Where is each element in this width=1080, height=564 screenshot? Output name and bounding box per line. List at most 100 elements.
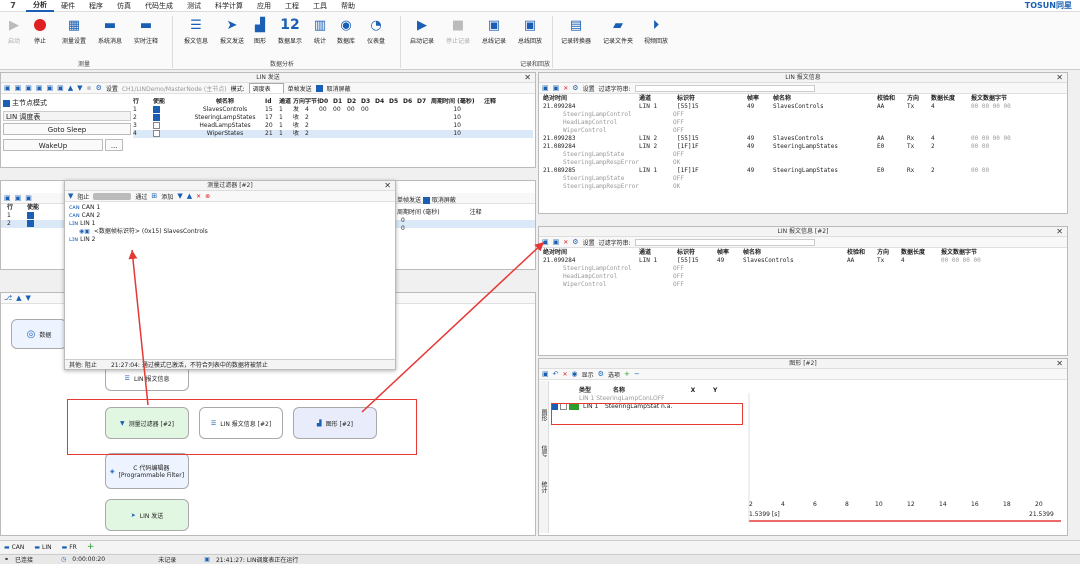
home-icon[interactable]: ⎇ (4, 294, 12, 302)
filter-item[interactable]: ◉▣ <数据帧标识符> (0x15) SlavesControls (69, 228, 391, 236)
table-row[interactable]: 21.089284 LIN 2 [1F]1F 49 SteeringLampStates… (543, 143, 1063, 151)
menu-item-program[interactable]: 程序 (82, 1, 110, 11)
menu-item-science[interactable]: 科学计算 (208, 1, 250, 11)
tab-can[interactable]: ▬ CAN (4, 544, 24, 551)
enable-checkbox[interactable] (153, 122, 160, 129)
down-icon[interactable]: ▼ (177, 192, 182, 200)
master-mode-checkbox[interactable] (3, 99, 10, 107)
c-editor-node[interactable]: ◈ C 代码编辑器 [Programmable Filter] (105, 453, 189, 489)
copy-icon[interactable]: ▣ (15, 84, 22, 92)
menu-item-help[interactable]: 帮助 (334, 1, 362, 11)
table-row[interactable]: 21.099283 LIN 2 [55]15 49 SlavesControls AA Rx… (543, 135, 1063, 143)
cancel-all-checkbox[interactable] (315, 84, 323, 92)
tree-node[interactable]: ʟɪɴ LIN 2 (69, 236, 391, 244)
filter-input[interactable] (634, 238, 815, 246)
signal-row[interactable]: LIN 1 SteeringLampConLOFF (551, 395, 741, 403)
add-icon[interactable]: ▣ (4, 194, 11, 202)
start-record-button[interactable]: ▶ 启动记录 (402, 16, 442, 46)
plus-icon[interactable]: + (624, 370, 630, 378)
data-source-node[interactable]: ◎ 数据 (11, 319, 67, 349)
mode-toggle[interactable] (93, 192, 132, 200)
add-icon[interactable]: ▣ (4, 84, 11, 92)
clear-icon[interactable]: ✕ (563, 371, 568, 378)
lin-send-node[interactable]: ➤ LIN 发送 (105, 499, 189, 531)
video-replay-button[interactable]: ⏵ 视频回放 (636, 16, 676, 46)
side-tab[interactable]: 统计 (539, 481, 548, 493)
table-row[interactable]: 21.099284 LIN 1 [55]15 49 SlavesControls AA Tx… (543, 103, 1063, 111)
period-cell[interactable]: 0 (401, 217, 405, 224)
delete-icon[interactable]: ✕ (196, 193, 201, 200)
table-row[interactable]: 3 HeadLampStates 20 1 收 2 10 (133, 122, 533, 130)
tree-node[interactable]: ᴄᴀɴ CAN 1 (69, 204, 391, 212)
menu-item-hardware[interactable]: 硬件 (54, 1, 82, 11)
cancel-all-checkbox[interactable] (422, 197, 430, 204)
menu-item-simulation[interactable]: 仿真 (110, 1, 138, 11)
menu-item-test[interactable]: 测试 (180, 1, 208, 11)
mode-select[interactable]: 调度表 (248, 83, 284, 93)
gear-icon[interactable]: ⚙ (96, 84, 102, 92)
bus-record-button[interactable]: ▣ 总线记录 (474, 16, 514, 46)
clear-icon[interactable]: ✕ (563, 85, 568, 92)
settings-dropdown[interactable]: 设置 (106, 84, 118, 93)
down-icon[interactable]: ▼ (77, 84, 82, 92)
measure-settings-button[interactable]: ▦ 测量设置 (54, 16, 94, 46)
up-icon[interactable]: ▲ (16, 294, 21, 302)
table-row[interactable]: 4 WiperStates 21 1 收 2 10 (133, 130, 533, 138)
menu-item-project[interactable]: 工程 (278, 1, 306, 11)
down-icon[interactable]: ▼ (25, 294, 30, 302)
menu-item-codegen[interactable]: 代码生成 (138, 1, 180, 11)
enable-checkbox[interactable] (153, 130, 160, 137)
close-icon[interactable]: ✕ (1056, 73, 1063, 83)
msg-info-button[interactable]: ☰ 报文信息 (176, 16, 216, 46)
export-icon[interactable]: ▣ (57, 84, 64, 92)
close-icon[interactable]: ✕ (1056, 359, 1063, 369)
edit-icon[interactable]: ▣ (25, 84, 32, 92)
log-folder-button[interactable]: ▰ 记录文件夹 (598, 16, 638, 46)
save-icon[interactable]: ▣ (553, 84, 560, 92)
system-msg-button[interactable]: ▬ 系统消息 (90, 16, 130, 46)
enable-checkbox[interactable] (27, 212, 34, 219)
up-icon[interactable]: ▲ (68, 84, 73, 92)
tree-node[interactable]: ʟɪɴ LIN 1 (69, 220, 391, 228)
schedule-tab[interactable]: LIN 调度表 (3, 111, 131, 121)
stop-record-button[interactable]: ■ 停止记录 (438, 16, 478, 46)
edit-icon[interactable]: ▣ (25, 194, 32, 202)
single-send-toggle[interactable]: 单帧发送 (288, 84, 312, 93)
pause-icon[interactable]: ▣ (542, 84, 549, 92)
import-icon[interactable]: ▣ (47, 84, 54, 92)
close-icon[interactable]: ✕ (524, 73, 531, 83)
side-tab[interactable]: 图形 (539, 409, 548, 421)
copy-icon[interactable]: ▣ (15, 194, 22, 202)
minus-icon[interactable]: − (634, 370, 640, 378)
more-button[interactable]: ... (105, 139, 124, 151)
table-row[interactable]: 2 SteeringLampStates 17 1 收 2 10 (133, 114, 533, 122)
realtime-comment-button[interactable]: ▬ 实时注释 (126, 16, 166, 46)
delete-icon[interactable]: ▣ (36, 84, 43, 92)
goto-sleep-button[interactable]: Goto Sleep (3, 123, 131, 135)
plot-area[interactable] (745, 383, 1065, 533)
period-cell[interactable]: 0 (401, 225, 405, 232)
close-icon[interactable]: ✕ (384, 181, 391, 191)
table-row[interactable]: 21.099284 LIN 1 [55]15 49 SlavesControls AA Tx… (543, 257, 1063, 265)
pause-icon[interactable]: ▣ (542, 370, 549, 378)
wakeup-button[interactable]: WakeUp (3, 139, 103, 151)
up-icon[interactable]: ▲ (187, 192, 192, 200)
enable-checkbox[interactable] (27, 220, 34, 227)
plot-svg[interactable] (745, 383, 1065, 533)
menu-item-app[interactable]: 应用 (250, 1, 278, 11)
enable-checkbox[interactable] (153, 106, 160, 113)
tree-node[interactable]: ᴄᴀɴ CAN 2 (69, 212, 391, 220)
stop-button[interactable]: 停止 (22, 16, 58, 45)
dashboard-button[interactable]: ◔ 仪表盘 (356, 16, 396, 46)
add-tab-icon[interactable]: + (87, 542, 95, 552)
clear-icon[interactable]: ⊗ (205, 193, 210, 200)
undo-icon[interactable]: ↶ (553, 370, 559, 378)
close-icon[interactable]: ✕ (1056, 227, 1063, 237)
menu-item-analysis[interactable]: 分析 (26, 0, 54, 12)
tab-lin[interactable]: ▬ LIN (34, 544, 51, 551)
table-row[interactable]: 21.089285 LIN 1 [1F]1F 49 SteeringLampStates… (543, 167, 1063, 175)
enable-checkbox[interactable] (153, 114, 160, 121)
save-icon[interactable]: ▣ (553, 238, 560, 246)
pause-icon[interactable]: ▣ (542, 238, 549, 246)
side-tab[interactable]: 信号 (539, 445, 548, 457)
